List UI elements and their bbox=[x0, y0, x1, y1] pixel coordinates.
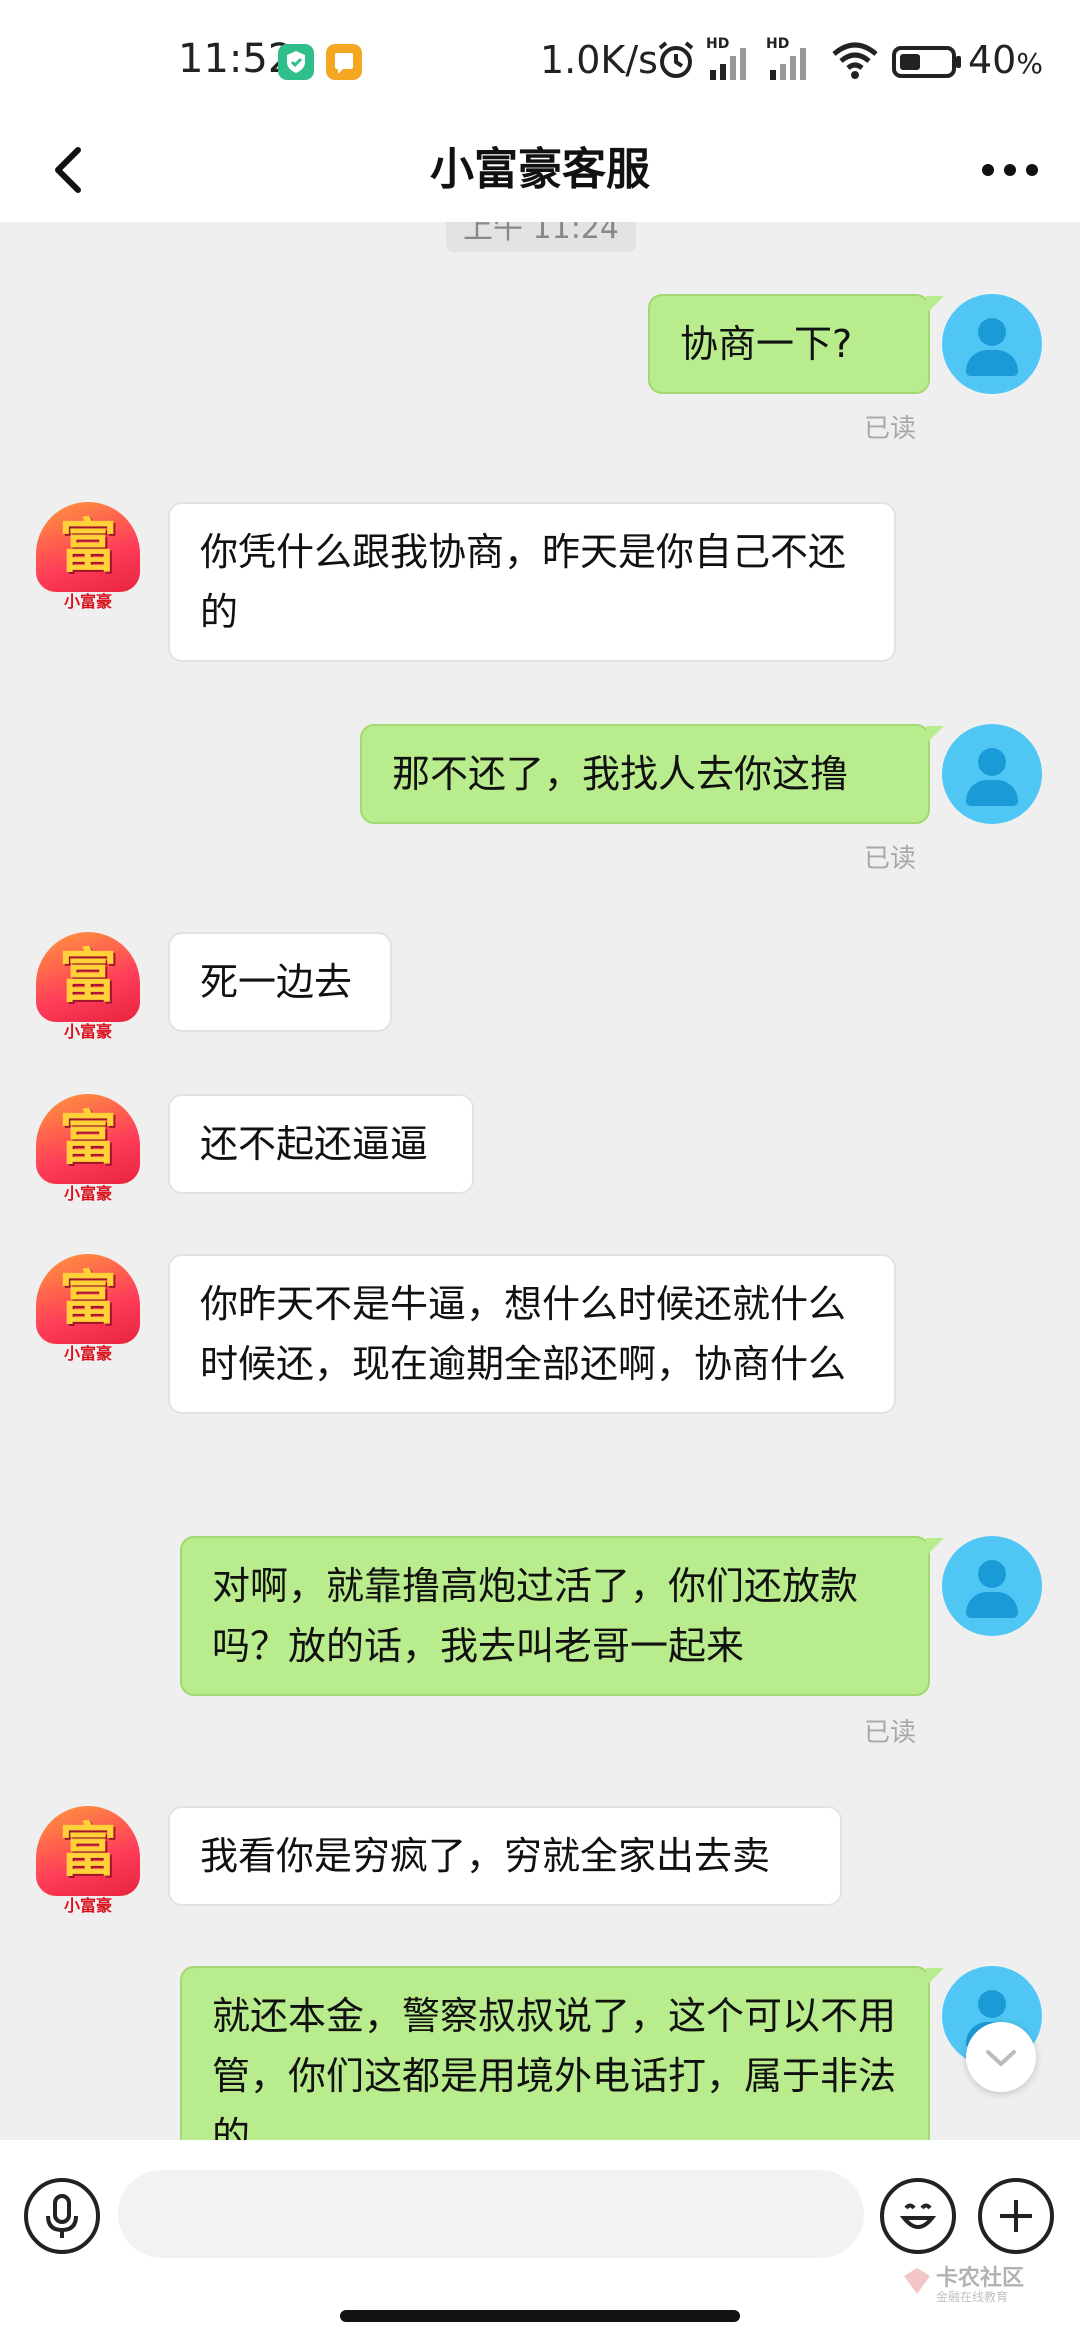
chevron-down-icon bbox=[986, 2050, 1016, 2066]
alarm-icon bbox=[654, 38, 698, 86]
message-input[interactable] bbox=[118, 2170, 864, 2258]
home-indicator[interactable] bbox=[340, 2310, 740, 2322]
read-receipt: 已读 bbox=[864, 1718, 917, 1748]
signal-icon: HD bbox=[706, 36, 756, 86]
bot-avatar[interactable]: 富小富豪 bbox=[36, 502, 140, 611]
plus-icon bbox=[1000, 2200, 1032, 2232]
scroll-to-bottom-button[interactable] bbox=[966, 2022, 1036, 2092]
watermark-logo-icon bbox=[904, 2268, 930, 2294]
user-avatar[interactable] bbox=[942, 1536, 1042, 1636]
outgoing-message[interactable]: 协商一下? bbox=[648, 294, 944, 394]
signal-icon: HD bbox=[766, 36, 816, 86]
bot-avatar[interactable]: 富小富豪 bbox=[36, 1806, 140, 1915]
user-avatar[interactable] bbox=[942, 724, 1042, 824]
outgoing-message[interactable]: 对啊，就靠撸高炮过活了，你们还放款吗？放的话，我去叫老哥一起来 bbox=[180, 1536, 944, 1696]
shield-app-icon bbox=[278, 44, 314, 80]
bot-avatar[interactable]: 富小富豪 bbox=[36, 1254, 140, 1363]
chat-header: 小富豪客服 bbox=[0, 120, 1080, 222]
bot-avatar[interactable]: 富小富豪 bbox=[36, 932, 140, 1041]
input-bar: 卡农社区 金融在线教育 bbox=[0, 2140, 1080, 2340]
more-dots-icon bbox=[982, 164, 1038, 176]
incoming-message[interactable]: 我看你是穷疯了，穷就全家出去卖 bbox=[168, 1806, 842, 1906]
emoji-button[interactable] bbox=[880, 2178, 956, 2254]
timestamp-chip: 上午 11:24 bbox=[446, 222, 636, 252]
bot-avatar[interactable]: 富小富豪 bbox=[36, 1094, 140, 1203]
signal-hd-label: HD bbox=[706, 36, 730, 52]
voice-button[interactable] bbox=[24, 2178, 100, 2254]
wifi-icon bbox=[830, 38, 880, 86]
signal-hd-label: HD bbox=[766, 36, 790, 52]
page-title: 小富豪客服 bbox=[430, 144, 650, 195]
watermark: 卡农社区 金融在线教育 bbox=[900, 2258, 1070, 2312]
incoming-message[interactable]: 死一边去 bbox=[168, 932, 392, 1032]
chat-area[interactable]: 上午 11:24 协商一下? 已读 富小富豪 你凭什么跟我协商，昨天是你自己不还… bbox=[0, 222, 1080, 2140]
emoji-icon bbox=[899, 2203, 937, 2229]
network-speed: 1.0K/s bbox=[540, 38, 658, 82]
incoming-message[interactable]: 还不起还逼逼 bbox=[168, 1094, 474, 1194]
battery-icon bbox=[892, 46, 962, 82]
read-receipt: 已读 bbox=[864, 414, 917, 444]
status-time: 11:52 bbox=[178, 36, 294, 82]
battery-percent: 40% bbox=[968, 38, 1043, 82]
status-bar: 11:52 1.0K/s HD HD 40% bbox=[0, 0, 1080, 120]
watermark-subtext: 金融在线教育 bbox=[936, 2290, 1009, 2304]
incoming-message[interactable]: 你凭什么跟我协商，昨天是你自己不还的 bbox=[168, 502, 896, 662]
microphone-icon bbox=[46, 2194, 78, 2238]
plus-button[interactable] bbox=[978, 2178, 1054, 2254]
outgoing-message[interactable]: 那不还了，我找人去你这撸 bbox=[360, 724, 944, 824]
incoming-message[interactable]: 你昨天不是牛逼，想什么时候还就什么时候还，现在逾期全部还啊，协商什么 bbox=[168, 1254, 896, 1414]
outgoing-message[interactable]: 就还本金，警察叔叔说了，这个可以不用管，你们这都是用境外电话打，属于非法的 bbox=[180, 1966, 944, 2140]
user-avatar[interactable] bbox=[942, 294, 1042, 394]
more-button[interactable] bbox=[970, 130, 1050, 210]
note-app-icon bbox=[326, 44, 362, 80]
read-receipt: 已读 bbox=[864, 844, 917, 874]
